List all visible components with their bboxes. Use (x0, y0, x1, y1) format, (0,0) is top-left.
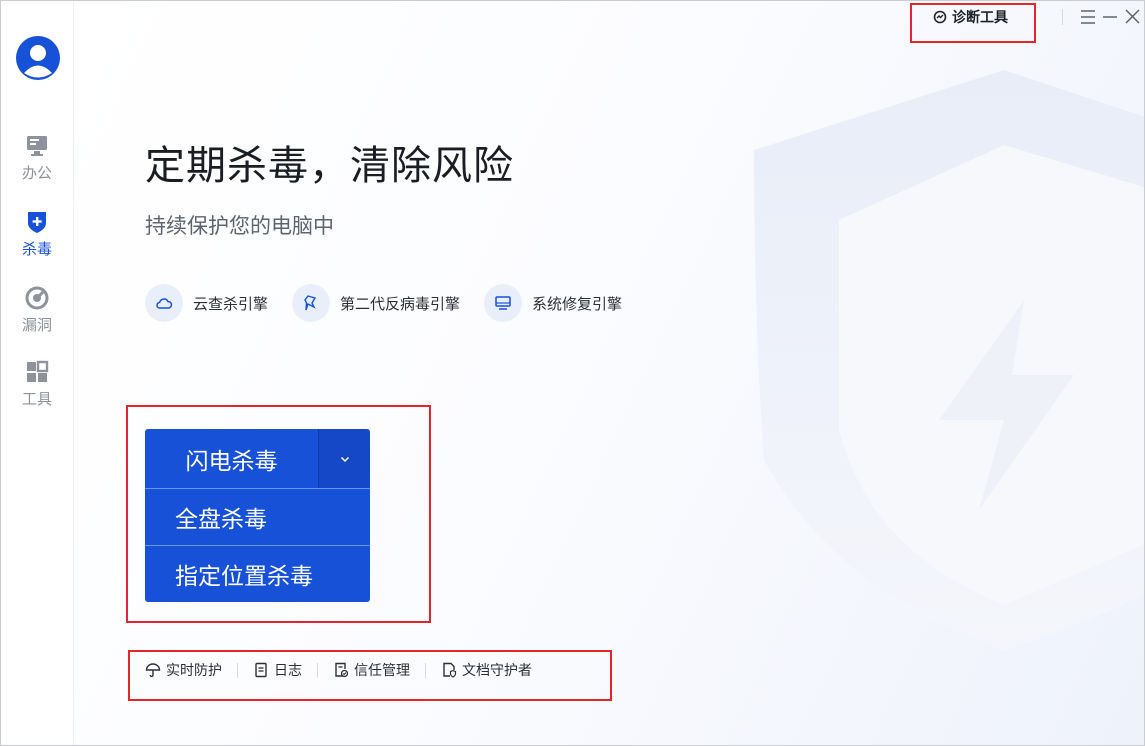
main-panel: 诊断工具 定期杀毒，清除风险 持续保护您的电脑中 云查杀引擎 第二代反病毒引擎 … (74, 0, 1145, 746)
sidebar-item-label: 工具 (21, 390, 52, 408)
engine-label: 系统修复引擎 (532, 294, 623, 313)
divider (1062, 9, 1063, 25)
link-label: 文档守护者 (462, 663, 532, 679)
sidebar-item-label: 办公 (21, 164, 52, 182)
close-icon[interactable] (1121, 6, 1143, 28)
cloud-icon (156, 298, 173, 309)
umbrella-icon (145, 663, 161, 678)
diagnostic-tool-button[interactable]: 诊断工具 (933, 7, 1008, 27)
link-label: 信任管理 (354, 663, 410, 679)
monitor-icon (495, 296, 511, 310)
document-icon (255, 662, 267, 678)
engine-label: 云查杀引擎 (193, 294, 269, 313)
chevron-down-icon (340, 456, 349, 462)
full-scan-menu-item[interactable]: 全盘杀毒 (145, 488, 370, 545)
engine-item-antivirus: 第二代反病毒引擎 (292, 284, 460, 322)
sidebar-item-antivirus[interactable]: 杀毒 (0, 210, 74, 272)
menu-icon[interactable] (1077, 6, 1099, 28)
avatar-icon[interactable] (16, 36, 60, 80)
document-guardian-link[interactable]: 文档守护者 (441, 660, 532, 680)
shield-lightning-icon (754, 70, 1145, 650)
custom-scan-menu-item[interactable]: 指定位置杀毒 (145, 545, 370, 602)
engine-item-repair: 系统修复引擎 (484, 284, 622, 322)
trust-icon (335, 662, 349, 678)
sidebar-item-tools[interactable]: 工具 (0, 360, 74, 422)
sidebar-item-label: 杀毒 (21, 240, 52, 258)
divider (425, 662, 426, 678)
log-link[interactable]: 日志 (253, 660, 302, 680)
scan-dropdown-toggle[interactable] (318, 429, 370, 488)
divider (317, 662, 318, 678)
minimize-icon[interactable] (1099, 6, 1121, 28)
engine-list: 云查杀引擎 第二代反病毒引擎 系统修复引擎 (145, 284, 622, 322)
sidebar-item-label: 漏洞 (21, 316, 52, 334)
quick-scan-button[interactable]: 闪电杀毒 (145, 429, 318, 488)
grid-icon (27, 360, 49, 382)
sidebar-item-office[interactable]: 办公 (0, 134, 74, 196)
pin-icon (304, 295, 317, 311)
file-guard-icon (443, 662, 457, 678)
engine-item-cloud: 云查杀引擎 (145, 284, 268, 322)
page-subtitle: 持续保护您的电脑中 (145, 214, 334, 238)
page-title: 定期杀毒，清除风险 (145, 143, 514, 189)
sidebar: 办公 杀毒 漏洞 工具 (0, 0, 74, 746)
link-label: 实时防护 (166, 663, 222, 679)
monitor-icon (27, 136, 47, 156)
radar-icon (25, 286, 49, 310)
realtime-protection-link[interactable]: 实时防护 (145, 660, 222, 680)
trust-management-link[interactable]: 信任管理 (333, 660, 410, 680)
bottom-links: 实时防护 日志 信任管理 文档守护者 (145, 660, 532, 680)
shield-plus-icon (28, 212, 46, 233)
title-bar: 诊断工具 (885, 0, 1145, 34)
divider (237, 662, 238, 678)
sidebar-item-vulnerability[interactable]: 漏洞 (0, 286, 74, 348)
diagnostic-icon (933, 10, 947, 24)
link-label: 日志 (274, 663, 302, 679)
diagnostic-label: 诊断工具 (952, 10, 1008, 26)
engine-label: 第二代反病毒引擎 (340, 294, 461, 313)
